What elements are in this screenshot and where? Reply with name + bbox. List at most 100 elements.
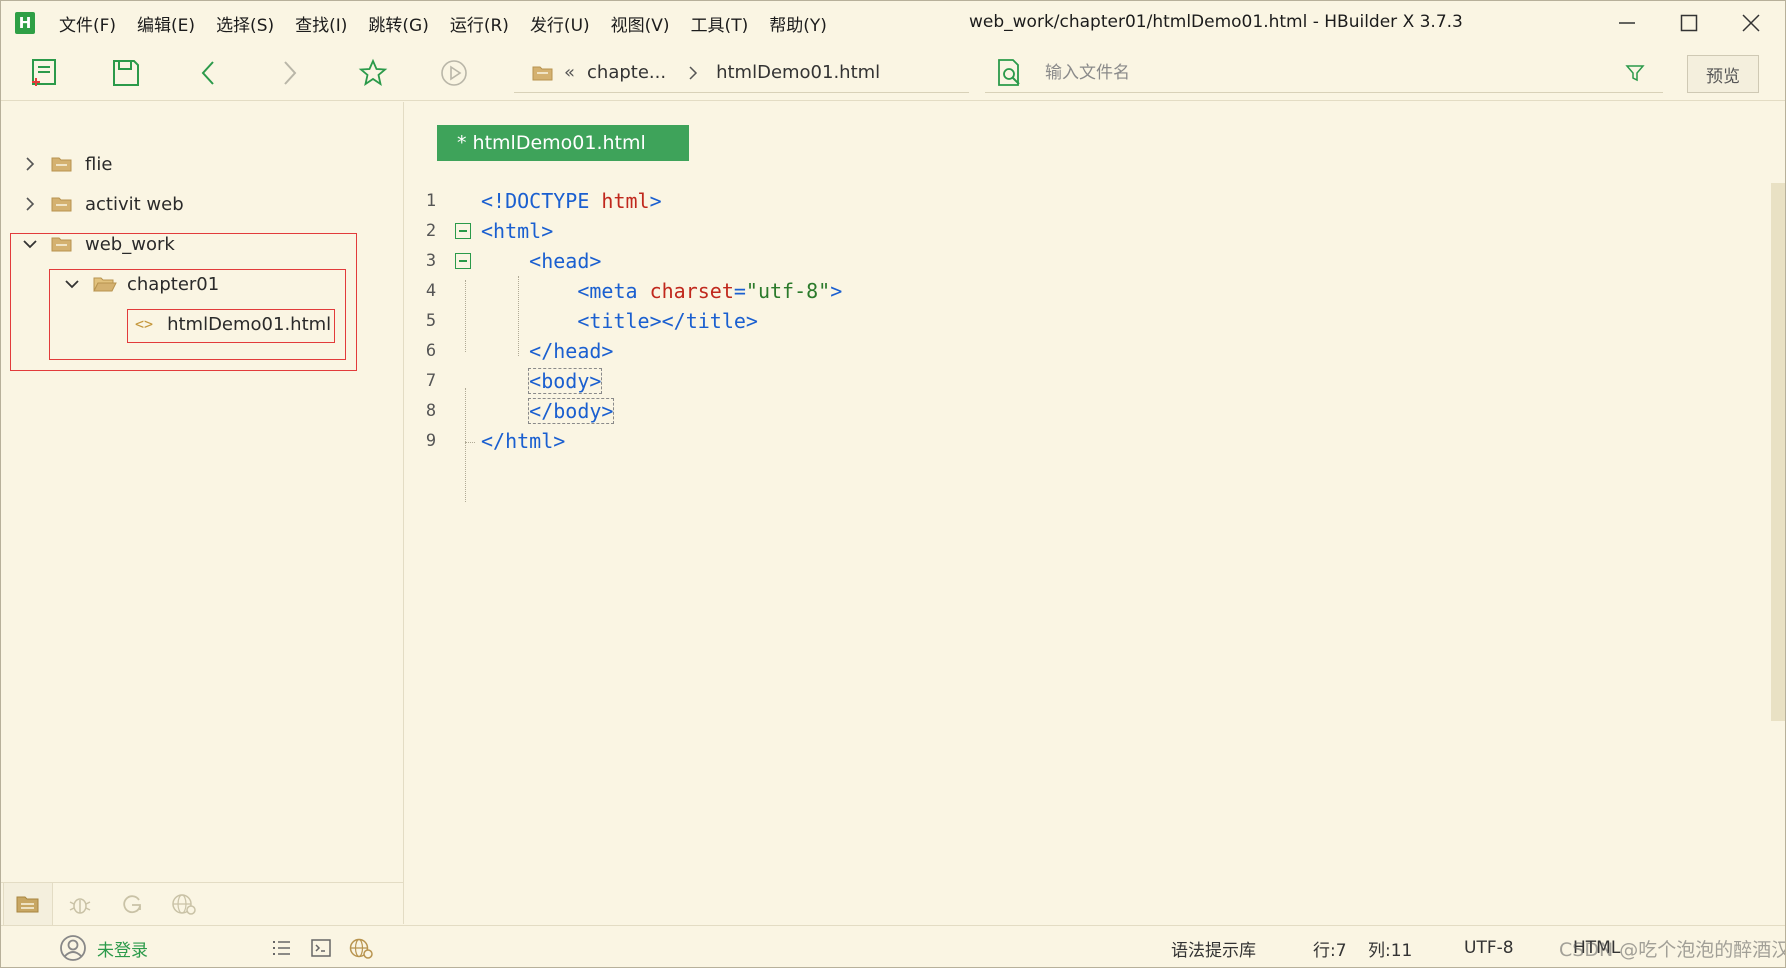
code-line: 4 <meta charset="utf-8"> [405,274,1705,308]
code-text: <title></title> [481,309,758,333]
code-editor[interactable]: * htmlDemo01.html 1 <!DOCTYPE html> 2 <h… [405,102,1769,924]
menu-bar: 文件(F) 编辑(E) 选择(S) 查找(I) 跳转(G) 运行(R) 发行(U… [59,1,848,45]
minimize-button[interactable] [1607,7,1647,39]
browser-preview-button[interactable] [349,926,373,967]
tree-item-flie[interactable]: flie [19,149,112,179]
code-tag-match: </body> [528,398,615,424]
forward-button[interactable] [271,55,309,91]
code-tag: <!DOCTYPE [481,189,602,213]
terminal-icon [311,939,331,957]
code-text: <body> [481,368,603,394]
fold-collapse-icon[interactable] [455,253,471,269]
save-button[interactable] [107,55,145,91]
menu-goto[interactable]: 跳转(G) [368,11,428,36]
tree-item-label: activit web [85,193,184,215]
file-search-input[interactable] [1045,59,1605,87]
status-bar: 未登录 语法提示库 行:7 列:11 UTF-8 HTML CSDN @吃个泡泡… [1,925,1785,967]
breadcrumb: « chapte... htmlDemo01.html [514,53,969,93]
code-attribute: charset [649,279,734,303]
list-icon [273,941,290,955]
line-number: 8 [425,401,437,421]
run-icon [441,60,467,86]
file-search [985,53,1663,93]
close-button[interactable] [1731,7,1771,39]
line-number: 2 [425,221,437,241]
editor-tab-htmldemo01[interactable]: * htmlDemo01.html [437,125,689,161]
login-label[interactable]: 未登录 [97,936,148,961]
tab-git[interactable] [107,883,157,925]
menu-file[interactable]: 文件(F) [59,11,116,36]
app-window: H 文件(F) 编辑(E) 选择(S) 查找(I) 跳转(G) 运行(R) 发行… [0,0,1786,968]
code-text: </head> [481,339,613,363]
menu-publish[interactable]: 发行(U) [530,11,590,36]
menu-view[interactable]: 视图(V) [611,11,670,36]
tab-web[interactable] [159,883,209,925]
code-line: 8 </body> [405,394,1705,428]
code-tag: <html> [481,219,554,243]
chevron-right-icon[interactable] [19,193,41,215]
code-line: 1 <!DOCTYPE html> [405,184,1705,218]
back-button[interactable] [189,55,227,91]
line-number: 3 [425,251,437,271]
code-text: <html> [481,219,553,243]
code-line: 3 <head> [405,244,1705,278]
breadcrumb-collapse-icon[interactable]: « [564,62,575,83]
toolbar: « chapte... htmlDemo01.html 预览 [1,45,1785,101]
code-tag: </html> [481,429,566,453]
code-text: </body> [481,398,615,424]
menu-run[interactable]: 运行(R) [450,11,509,36]
new-file-icon [32,59,56,86]
line-number: 1 [425,191,437,211]
terminal-button[interactable] [311,926,331,967]
code-tag: > [830,279,843,303]
forward-icon [284,61,297,85]
favorite-button[interactable] [354,55,392,91]
breadcrumb-folder[interactable]: chapte... [587,62,666,83]
cursor-row[interactable]: 行:7 [1313,926,1347,967]
line-number: 7 [425,371,437,391]
syntax-library[interactable]: 语法提示库 [1171,926,1256,967]
app-logo-icon: H [15,12,35,34]
encoding-selector[interactable]: UTF-8 [1464,926,1514,967]
menu-find[interactable]: 查找(I) [295,11,347,36]
scrollbar-thumb[interactable] [1771,183,1785,721]
run-button[interactable] [435,55,473,91]
fold-collapse-icon[interactable] [455,223,471,239]
outline-button[interactable] [271,926,291,967]
chevron-right-icon[interactable] [19,153,41,175]
git-icon [123,894,141,913]
menu-select[interactable]: 选择(S) [216,11,274,36]
filter-icon[interactable] [1625,63,1645,83]
code-tag: <meta [577,279,650,303]
code-string: "utf-8" [745,279,831,303]
tree-item-activit-web[interactable]: activit web [19,189,184,219]
code-line: 5 <title></title> [405,304,1705,338]
favorite-star-icon [358,58,388,86]
code-tag: = [733,279,746,303]
fold-guide-end [465,442,475,443]
login-status[interactable]: 未登录 [59,926,148,967]
cursor-column[interactable]: 列:11 [1368,926,1412,967]
menu-help[interactable]: 帮助(Y) [769,11,827,36]
breadcrumb-file[interactable]: htmlDemo01.html [716,62,880,83]
tab-project-manager[interactable] [3,882,53,925]
title-bar: H 文件(F) 编辑(E) 选择(S) 查找(I) 跳转(G) 运行(R) 发行… [1,1,1785,45]
tab-debug[interactable] [55,883,105,925]
folder-icon [51,194,75,214]
new-file-button[interactable] [25,55,63,91]
code-text: <head> [481,249,601,273]
code-line: 2 <html> [405,214,1705,248]
code-text: <meta charset="utf-8"> [481,279,842,303]
highlight-box-file [127,309,335,343]
preview-button[interactable]: 预览 [1687,55,1759,93]
maximize-button[interactable] [1669,7,1709,39]
save-icon [113,60,139,86]
menu-tools[interactable]: 工具(T) [691,11,749,36]
menu-edit[interactable]: 编辑(E) [137,11,195,36]
code-tag: </head> [529,339,614,363]
